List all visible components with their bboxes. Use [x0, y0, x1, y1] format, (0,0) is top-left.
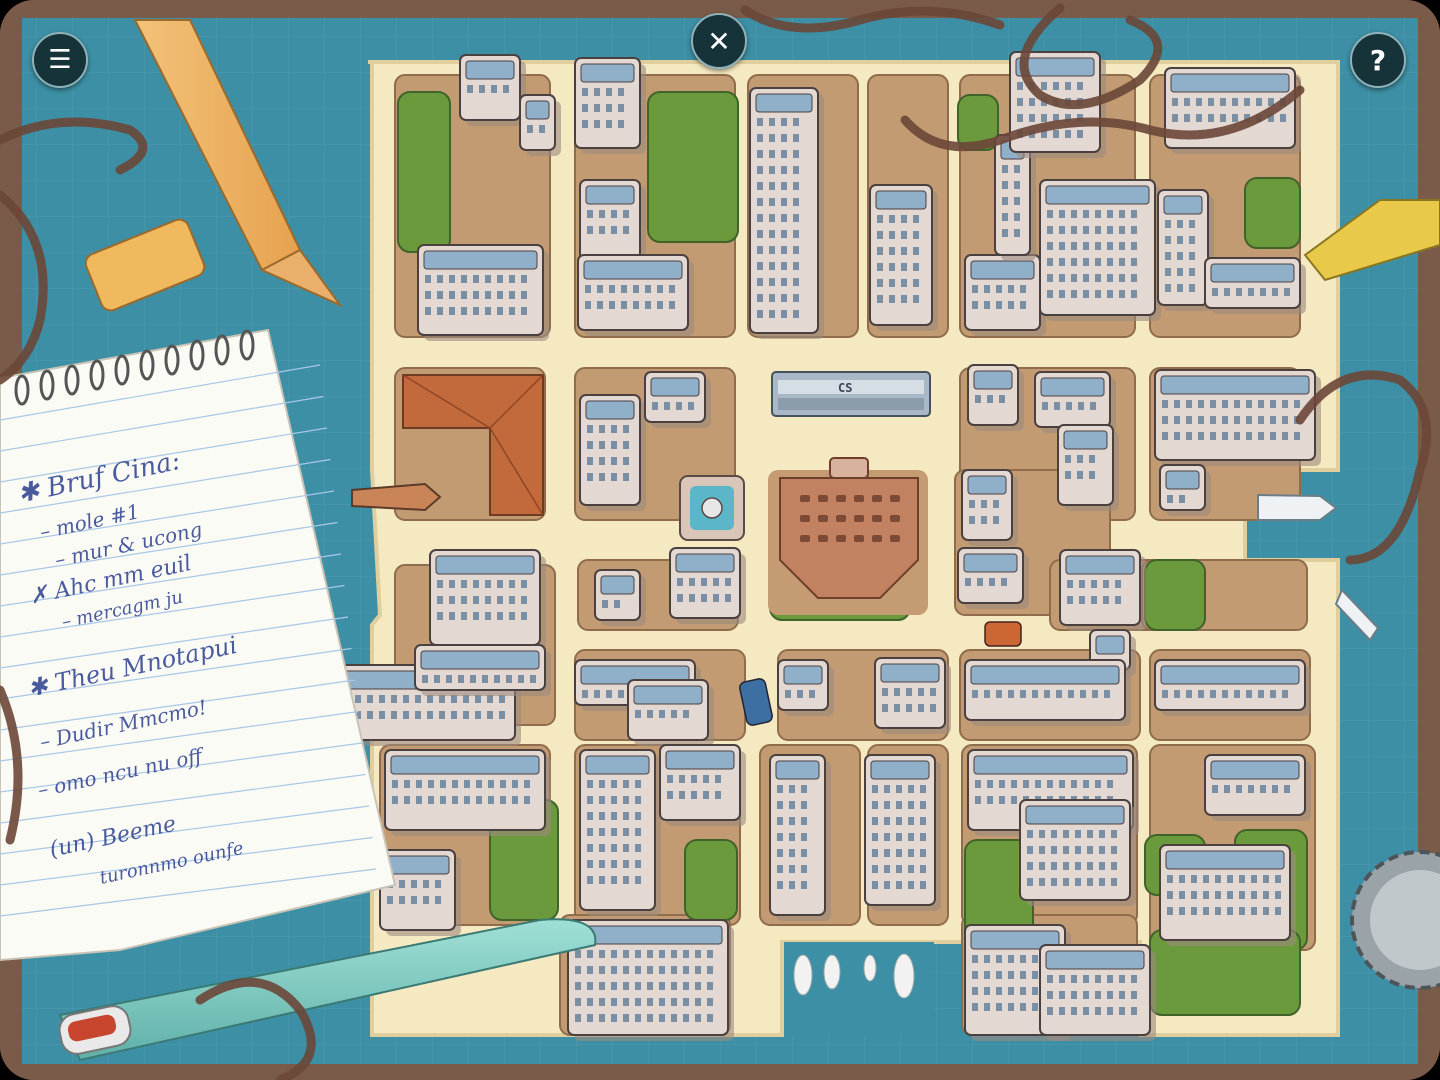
boat	[863, 954, 877, 982]
building	[429, 549, 546, 651]
building	[1019, 799, 1136, 906]
building	[1039, 179, 1161, 321]
building	[459, 54, 526, 126]
building	[864, 754, 941, 911]
game-scene: ✱ Bruf Cina: – mole #1– mur & ucong ✗ Ahc …	[0, 0, 1440, 1080]
boat	[893, 953, 915, 999]
orange-car	[984, 621, 1022, 647]
building	[961, 469, 1018, 546]
building	[384, 749, 551, 836]
building	[579, 394, 646, 511]
central-market-building	[768, 457, 928, 615]
building	[1039, 944, 1156, 1041]
menu-icon: ☰	[48, 45, 72, 75]
building	[379, 849, 461, 936]
close-button[interactable]: ✕	[691, 13, 747, 69]
fountain-plaza	[679, 475, 745, 541]
building	[967, 364, 1024, 431]
building	[1159, 464, 1211, 516]
close-icon: ✕	[707, 24, 731, 58]
building	[749, 87, 824, 339]
building	[869, 184, 938, 331]
building	[574, 57, 646, 154]
building	[957, 547, 1029, 609]
boat	[793, 954, 813, 996]
building	[1057, 424, 1119, 511]
station-label: CS	[838, 381, 853, 395]
boat	[823, 954, 841, 990]
building	[1204, 257, 1306, 314]
white-boat	[1257, 493, 1338, 521]
building	[659, 744, 746, 826]
building	[1154, 659, 1311, 716]
park	[684, 839, 738, 921]
park	[647, 91, 739, 243]
building	[964, 659, 1131, 726]
help-icon: ?	[1369, 43, 1387, 77]
building	[594, 569, 646, 626]
park	[1244, 177, 1301, 249]
building	[577, 254, 694, 336]
building	[1059, 549, 1146, 631]
building	[669, 547, 746, 624]
help-button[interactable]: ?	[1350, 32, 1406, 88]
building	[874, 657, 951, 734]
building	[1164, 67, 1301, 154]
building	[769, 754, 831, 921]
building	[1159, 844, 1296, 946]
building	[1204, 754, 1311, 821]
building	[627, 679, 714, 746]
harbor	[784, 942, 934, 1035]
building	[1034, 371, 1116, 433]
building	[644, 371, 711, 428]
building	[519, 94, 561, 156]
park	[1144, 559, 1206, 631]
park	[397, 91, 451, 253]
building	[414, 644, 551, 696]
building	[579, 179, 646, 266]
building	[579, 749, 661, 916]
menu-button[interactable]: ☰	[32, 32, 88, 88]
building	[777, 659, 834, 716]
building	[417, 244, 549, 341]
building	[964, 254, 1046, 336]
city-map-board	[0, 0, 1440, 1080]
